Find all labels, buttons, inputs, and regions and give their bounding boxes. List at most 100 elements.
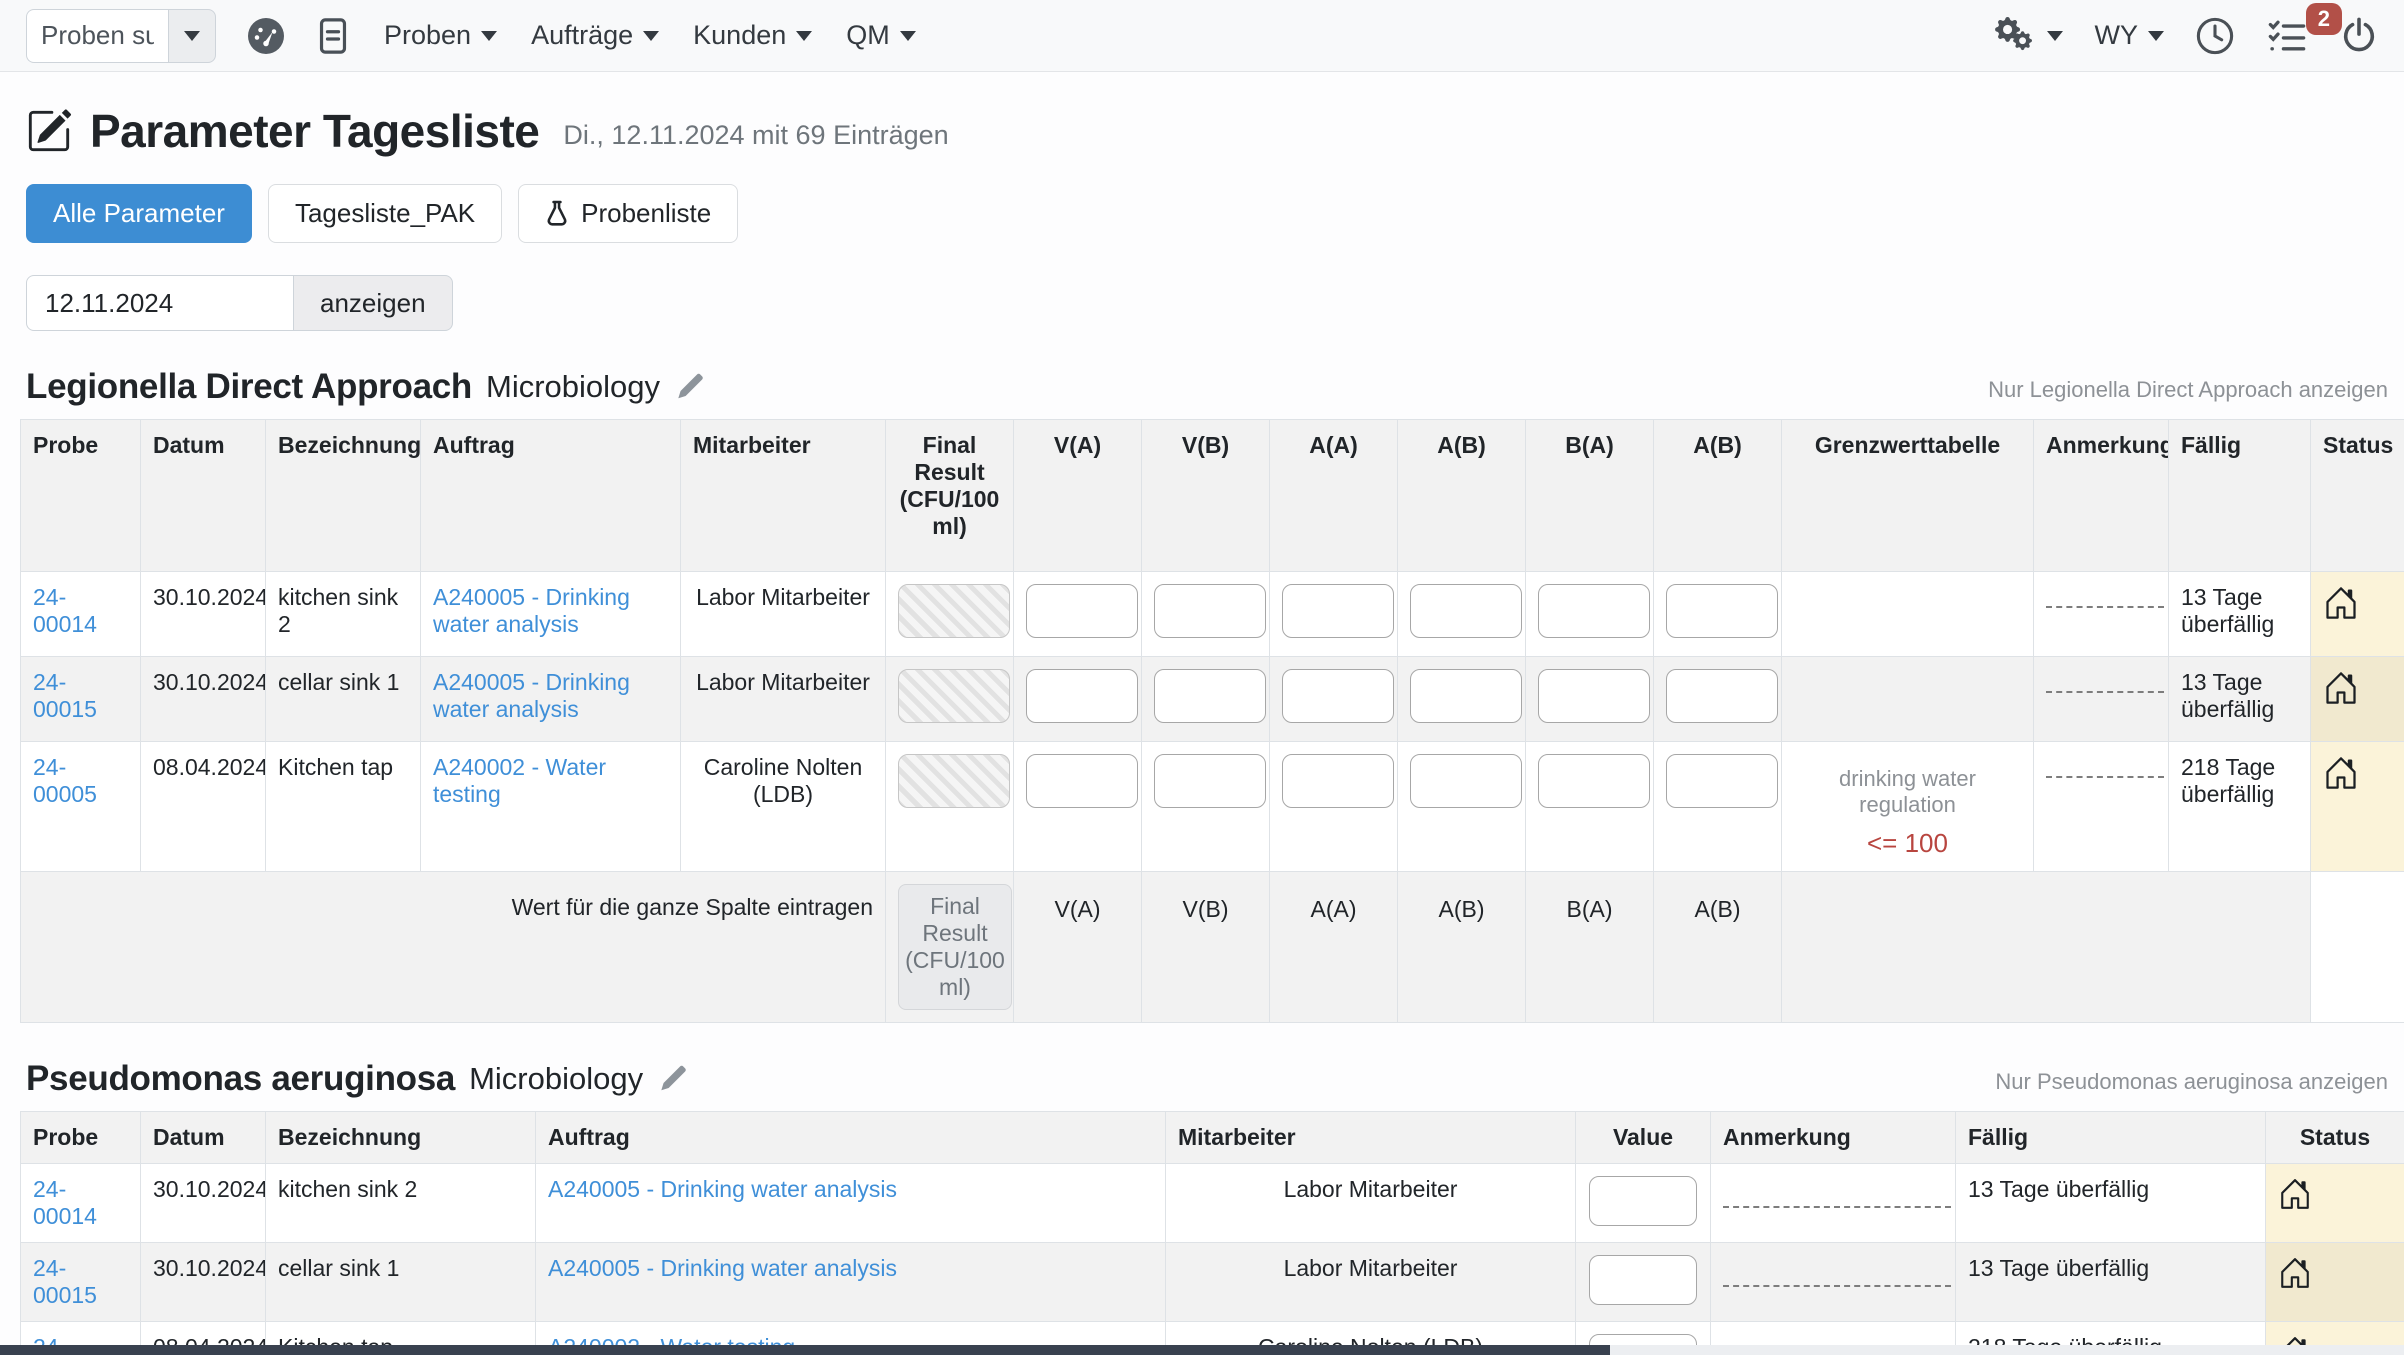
user-initials: WY [2095,20,2139,51]
ba-input[interactable] [1538,669,1650,723]
anmerkung-line[interactable] [2046,776,2164,778]
house-icon [2323,755,2359,791]
fill-ab-button[interactable]: A(B) [1439,896,1485,923]
table-row: 24-00014 30.10.2024 kitchen sink 2 A2400… [21,1164,2404,1243]
fill-va-button[interactable]: V(A) [1055,896,1101,923]
legionella-filter-link[interactable]: Nur Legionella Direct Approach anzeigen [1988,377,2388,403]
col-faellig: Fällig [1956,1112,2266,1164]
vb-input[interactable] [1154,584,1266,638]
probe-link[interactable]: 24-00015 [33,1255,97,1308]
date-input[interactable] [26,275,294,331]
menu-proben[interactable]: Proben [384,20,497,51]
fill-final-result-button[interactable]: Final Result (CFU/100 ml) [898,884,1012,1010]
faellig-cell: 13 Tage überfällig [1956,1164,2266,1243]
aa-input[interactable] [1282,669,1394,723]
anmerkung-line[interactable] [1723,1285,1951,1287]
probe-link[interactable]: 24-00015 [33,669,97,722]
tab-probenliste-label: Probenliste [581,198,711,229]
column-fill-label: Wert für die ganze Spalte eintragen [21,872,886,1023]
fill-ab2-button[interactable]: A(B) [1695,896,1741,923]
anmerkung-line[interactable] [2046,606,2164,608]
footer-empty [1782,872,2311,1023]
house-icon [2323,670,2359,706]
pseudomonas-title: Pseudomonas aeruginosa [26,1059,455,1099]
ba-input[interactable] [1538,754,1650,808]
auftrag-link[interactable]: A240002 - Water testing [433,754,606,807]
task-list-button[interactable]: 2 [2266,17,2308,55]
vb-input[interactable] [1154,754,1266,808]
anmerkung-line[interactable] [1723,1206,1951,1208]
caret-down-icon [900,31,916,41]
menu-kunden[interactable]: Kunden [693,20,812,51]
va-input[interactable] [1026,669,1138,723]
show-button[interactable]: anzeigen [294,275,453,331]
tab-probenliste[interactable]: Probenliste [518,184,738,243]
pseudomonas-filter-link[interactable]: Nur Pseudomonas aeruginosa anzeigen [1995,1069,2388,1095]
probe-link[interactable]: 24-00014 [33,584,97,637]
value-input[interactable] [1589,1176,1697,1226]
menu-qm-label: QM [846,20,890,51]
status-cell[interactable] [2311,657,2404,742]
clock-icon[interactable] [2196,17,2234,55]
aa-input[interactable] [1282,754,1394,808]
search-dropdown-button[interactable] [168,9,216,63]
settings-menu[interactable] [1995,17,2063,55]
tachometer-icon[interactable] [246,16,286,56]
auftrag-link[interactable]: A240005 - Drinking water analysis [548,1255,897,1281]
vb-input[interactable] [1154,669,1266,723]
tab-tagesliste-pak[interactable]: Tagesliste_PAK [268,184,502,243]
datum-cell: 30.10.2024 [141,1164,266,1243]
status-cell[interactable] [2311,572,2404,657]
menu-auftraege[interactable]: Aufträge [531,20,659,51]
checklist-icon [2266,17,2308,55]
va-input[interactable] [1026,754,1138,808]
table-row: 24-00015 30.10.2024 cellar sink 1 A24000… [21,1243,2404,1322]
search-input[interactable] [26,9,168,63]
grenzwert-limit: <= 100 [1794,828,2021,859]
menu-qm[interactable]: QM [846,20,916,51]
ab-input[interactable] [1410,584,1522,638]
auftrag-link[interactable]: A240005 - Drinking water analysis [433,584,630,637]
auftrag-link[interactable]: A240005 - Drinking water analysis [548,1176,897,1202]
aa-input[interactable] [1282,584,1394,638]
anmerkung-line[interactable] [2046,691,2164,693]
pencil-icon[interactable] [657,1064,687,1094]
date-group: anzeigen [26,275,2394,331]
fill-vb-button[interactable]: V(B) [1183,896,1229,923]
bottom-dark-bar [0,1345,1610,1355]
ab-input[interactable] [1410,669,1522,723]
va-input[interactable] [1026,584,1138,638]
probe-link[interactable]: 24-00005 [33,754,97,807]
user-menu[interactable]: WY [2095,20,2165,51]
ab2-input[interactable] [1666,669,1778,723]
ba-input[interactable] [1538,584,1650,638]
col-aa: A(A) [1270,420,1398,572]
status-cell[interactable] [2266,1243,2404,1322]
grenzwert-cell [1782,657,2034,742]
bezeichnung-cell: cellar sink 1 [266,657,421,742]
col-status: Status [2266,1112,2404,1164]
ab-input[interactable] [1410,754,1522,808]
col-va: V(A) [1014,420,1142,572]
fill-ba-button[interactable]: B(A) [1567,896,1613,923]
house-icon [2278,1256,2312,1290]
footer-status-empty [2311,872,2404,1023]
fill-aa-button[interactable]: A(A) [1311,896,1357,923]
status-cell[interactable] [2311,742,2404,872]
caret-down-icon [184,31,200,41]
probe-link[interactable]: 24-00014 [33,1176,97,1229]
col-bezeichnung: Bezeichnung [266,1112,536,1164]
status-cell[interactable] [2266,1164,2404,1243]
menu-proben-label: Proben [384,20,471,51]
auftrag-link[interactable]: A240005 - Drinking water analysis [433,669,630,722]
ab2-input[interactable] [1666,584,1778,638]
tab-alle-parameter[interactable]: Alle Parameter [26,184,252,243]
col-datum: Datum [141,420,266,572]
file-icon[interactable] [316,16,350,56]
power-icon[interactable] [2340,17,2378,55]
ab2-input[interactable] [1666,754,1778,808]
mitarbeiter-cell: Labor Mitarbeiter [681,572,886,657]
pencil-icon[interactable] [674,372,704,402]
caret-down-icon [643,31,659,41]
value-input[interactable] [1589,1255,1697,1305]
